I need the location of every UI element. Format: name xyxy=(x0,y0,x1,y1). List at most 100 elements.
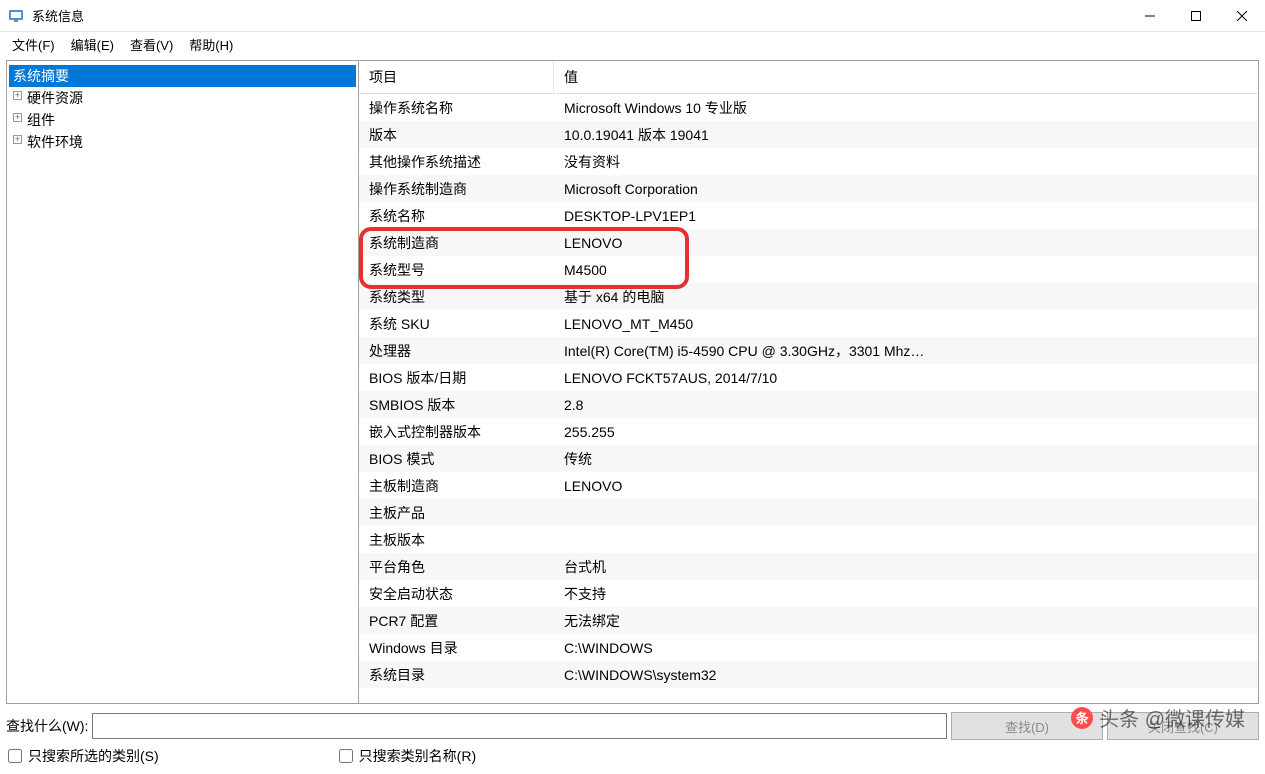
minimize-button[interactable] xyxy=(1127,0,1173,31)
cell-item: 系统型号 xyxy=(359,260,554,280)
cell-value: 不支持 xyxy=(554,584,1258,604)
col-header-item[interactable]: 项目 xyxy=(359,61,554,93)
only-selected-checkbox-input[interactable] xyxy=(8,749,22,763)
tree-item[interactable]: + 硬件资源 xyxy=(9,87,356,109)
tree-item-label: 组件 xyxy=(27,112,55,128)
tree-item-label: 软件环境 xyxy=(27,134,83,150)
tree-item[interactable]: + 软件环境 xyxy=(9,131,356,153)
cell-item: 主板产品 xyxy=(359,503,554,523)
content-area: 系统摘要 + 硬件资源 + 组件 + 软件环境 项目 值 操作系统名称Microsoft W… xyxy=(6,60,1259,704)
only-selected-category-checkbox[interactable]: 只搜索所选的类别(S) xyxy=(8,746,159,766)
close-find-button[interactable]: 关闭查找(C) xyxy=(1107,712,1259,740)
table-row[interactable]: SMBIOS 版本2.8 xyxy=(359,391,1258,418)
table-row[interactable]: 系统制造商LENOVO xyxy=(359,229,1258,256)
cell-value: 基于 x64 的电脑 xyxy=(554,287,1258,307)
table-row[interactable]: 处理器Intel(R) Core(TM) i5-4590 CPU @ 3.30G… xyxy=(359,337,1258,364)
cell-item: 操作系统名称 xyxy=(359,98,554,118)
tree-item-label: 硬件资源 xyxy=(27,90,83,106)
category-tree[interactable]: 系统摘要 + 硬件资源 + 组件 + 软件环境 xyxy=(7,61,359,703)
table-row[interactable]: 主板制造商LENOVO xyxy=(359,472,1258,499)
cell-item: 主板版本 xyxy=(359,530,554,550)
cell-value: 255.255 xyxy=(554,424,1258,440)
cell-item: PCR7 配置 xyxy=(359,611,554,631)
titlebar: 系统信息 xyxy=(0,0,1265,32)
table-row[interactable]: 操作系统名称Microsoft Windows 10 专业版 xyxy=(359,94,1258,121)
cell-value: 2.8 xyxy=(554,397,1258,413)
table-row[interactable]: 主板版本 xyxy=(359,526,1258,553)
cell-value: LENOVO xyxy=(554,235,1258,251)
cell-item: 主板制造商 xyxy=(359,476,554,496)
cell-value: LENOVO_MT_M450 xyxy=(554,316,1258,332)
table-row[interactable]: 系统型号M4500 xyxy=(359,256,1258,283)
cell-value: 10.0.19041 版本 19041 xyxy=(554,125,1258,145)
cell-item: 系统目录 xyxy=(359,665,554,685)
cell-item: 版本 xyxy=(359,125,554,145)
cell-value: Microsoft Windows 10 专业版 xyxy=(554,98,1258,118)
expander-icon[interactable]: + xyxy=(13,91,22,100)
cell-value: C:\WINDOWS\system32 xyxy=(554,667,1258,683)
cell-item: 系统类型 xyxy=(359,287,554,307)
only-selected-label: 只搜索所选的类别(S) xyxy=(28,746,159,766)
table-row[interactable]: 其他操作系统描述没有资料 xyxy=(359,148,1258,175)
table-row[interactable]: 系统名称DESKTOP-LPV1EP1 xyxy=(359,202,1258,229)
menu-help[interactable]: 帮助(H) xyxy=(181,33,241,56)
find-button[interactable]: 查找(D) xyxy=(951,712,1103,740)
cell-value: 台式机 xyxy=(554,557,1258,577)
window-controls xyxy=(1127,0,1265,31)
cell-value: LENOVO FCKT57AUS, 2014/7/10 xyxy=(554,370,1258,386)
table-row[interactable]: BIOS 模式传统 xyxy=(359,445,1258,472)
menu-file[interactable]: 文件(F) xyxy=(4,33,63,56)
table-row[interactable]: 操作系统制造商Microsoft Corporation xyxy=(359,175,1258,202)
cell-value: 没有资料 xyxy=(554,152,1258,172)
cell-item: BIOS 版本/日期 xyxy=(359,368,554,388)
search-label: 查找什么(W): xyxy=(6,716,88,736)
cell-item: 安全启动状态 xyxy=(359,584,554,604)
cell-item: 系统制造商 xyxy=(359,233,554,253)
table-row[interactable]: 版本10.0.19041 版本 19041 xyxy=(359,121,1258,148)
details-list[interactable]: 操作系统名称Microsoft Windows 10 专业版版本10.0.190… xyxy=(359,94,1258,703)
table-row[interactable]: BIOS 版本/日期LENOVO FCKT57AUS, 2014/7/10 xyxy=(359,364,1258,391)
cell-item: 系统 SKU xyxy=(359,314,554,334)
maximize-button[interactable] xyxy=(1173,0,1219,31)
table-row[interactable]: Windows 目录C:\WINDOWS xyxy=(359,634,1258,661)
tree-item-label: 系统摘要 xyxy=(13,68,69,84)
table-row[interactable]: 系统 SKULENOVO_MT_M450 xyxy=(359,310,1258,337)
cell-item: 操作系统制造商 xyxy=(359,179,554,199)
cell-item: 处理器 xyxy=(359,341,554,361)
only-name-label: 只搜索类别名称(R) xyxy=(359,746,476,766)
menu-edit[interactable]: 编辑(E) xyxy=(63,33,122,56)
window-title: 系统信息 xyxy=(32,6,1127,25)
cell-item: 嵌入式控制器版本 xyxy=(359,422,554,442)
table-row[interactable]: 系统类型基于 x64 的电脑 xyxy=(359,283,1258,310)
cell-value: DESKTOP-LPV1EP1 xyxy=(554,208,1258,224)
table-row[interactable]: 嵌入式控制器版本255.255 xyxy=(359,418,1258,445)
search-panel: 查找什么(W): 查找(D) 关闭查找(C) 只搜索所选的类别(S) 只搜索类别… xyxy=(0,704,1265,774)
only-category-name-checkbox[interactable]: 只搜索类别名称(R) xyxy=(339,746,476,766)
close-button[interactable] xyxy=(1219,0,1265,31)
cell-item: 其他操作系统描述 xyxy=(359,152,554,172)
cell-item: 平台角色 xyxy=(359,557,554,577)
cell-value: 传统 xyxy=(554,449,1258,469)
details-pane: 项目 值 操作系统名称Microsoft Windows 10 专业版版本10.… xyxy=(359,61,1258,703)
table-row[interactable]: 平台角色台式机 xyxy=(359,553,1258,580)
column-header[interactable]: 项目 值 xyxy=(359,61,1258,94)
cell-value: 无法绑定 xyxy=(554,611,1258,631)
table-row[interactable]: 系统目录C:\WINDOWS\system32 xyxy=(359,661,1258,688)
table-row[interactable]: 主板产品 xyxy=(359,499,1258,526)
search-input[interactable] xyxy=(92,713,947,739)
cell-item: 系统名称 xyxy=(359,206,554,226)
col-header-value[interactable]: 值 xyxy=(554,61,588,93)
menu-view[interactable]: 查看(V) xyxy=(122,33,181,56)
tree-item[interactable]: + 组件 xyxy=(9,109,356,131)
table-row[interactable]: 安全启动状态不支持 xyxy=(359,580,1258,607)
only-name-checkbox-input[interactable] xyxy=(339,749,353,763)
cell-value: C:\WINDOWS xyxy=(554,640,1258,656)
cell-value: Microsoft Corporation xyxy=(554,181,1258,197)
expander-icon[interactable]: + xyxy=(13,113,22,122)
app-icon xyxy=(8,8,24,24)
expander-icon[interactable]: + xyxy=(13,135,22,144)
cell-value: LENOVO xyxy=(554,478,1258,494)
cell-item: BIOS 模式 xyxy=(359,449,554,469)
table-row[interactable]: PCR7 配置无法绑定 xyxy=(359,607,1258,634)
tree-item[interactable]: 系统摘要 xyxy=(9,65,356,87)
